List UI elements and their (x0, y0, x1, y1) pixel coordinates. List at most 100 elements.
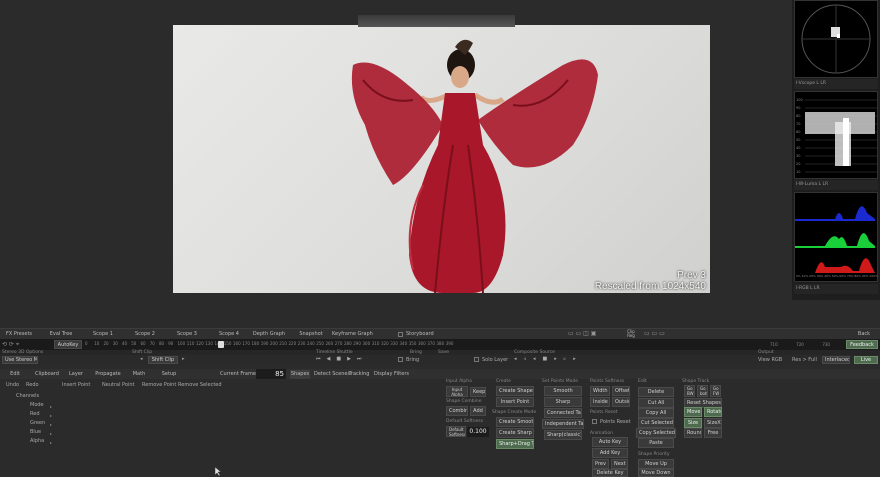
create-sharp-button[interactable]: Create Sharp (496, 428, 534, 438)
tab-scope-3[interactable]: Scope 3 (172, 330, 202, 339)
current-frame-input[interactable]: 85 (256, 369, 286, 379)
softness-input[interactable]: 0.100 (467, 427, 489, 437)
round-track-button[interactable]: Round (684, 428, 702, 438)
combine-button[interactable]: Combine (446, 406, 468, 416)
default-softness-button[interactable]: Default Softness (446, 426, 466, 437)
tab-fx-presets[interactable]: FX Presets (4, 330, 34, 339)
feedback-button[interactable]: Feedback (846, 340, 878, 349)
points-reset-checkbox[interactable] (592, 419, 597, 424)
solo-layer-checkbox[interactable] (474, 357, 479, 362)
interlaced-button[interactable]: Interlaced (822, 356, 850, 364)
timeline-tool-icons[interactable]: ⟲ ⟳ ⌖ (2, 341, 19, 349)
tab-clipboard[interactable]: Clipboard (34, 370, 60, 379)
copy-all-button[interactable]: Copy All (638, 408, 674, 418)
shift-right-icon[interactable]: ▸ (182, 356, 185, 362)
view-icons[interactable]: ▭ ▭ ◫ ▣ (568, 330, 596, 337)
independent-tang-button[interactable]: Independent Tang (542, 419, 584, 429)
transform-icons[interactable]: ▭ ▭ ▭ (644, 330, 665, 337)
tab-depth-graph[interactable]: Depth Graph (252, 330, 286, 339)
move-up-button[interactable]: Move Up (638, 459, 674, 469)
composite-source-icons[interactable]: ◂◃◂■▸▹▸ (514, 356, 583, 362)
vectorscope-bar[interactable]: I-Vscope L LR (794, 79, 878, 89)
luma-bar[interactable]: I-W-Luma L LR (794, 180, 878, 190)
tab-snapshot[interactable]: Snapshot (296, 330, 326, 339)
autokey-button[interactable]: AutoKey (54, 340, 82, 349)
channel-red[interactable]: Red (30, 411, 40, 417)
channel-arrow-icons[interactable]: ▸ ▸ ▸ ▸ ▸ (50, 402, 52, 447)
shift-left-icon[interactable]: ◂ (140, 356, 143, 362)
add-select[interactable]: Add (470, 406, 486, 416)
width-button[interactable]: Width (590, 386, 610, 396)
shift-clip-button[interactable]: Shift Clip (148, 356, 178, 364)
tab-scope-2[interactable]: Scope 2 (130, 330, 160, 339)
clip-reg-label[interactable]: Clip Reg (624, 330, 638, 339)
channel-alpha[interactable]: Alpha (30, 438, 44, 444)
tab-edit[interactable]: Edit (4, 370, 26, 379)
tab-display-filters[interactable]: Display Filters (374, 370, 409, 379)
next-key-button[interactable]: Next (611, 459, 628, 469)
outside-button[interactable]: Outside (612, 397, 630, 407)
paste-button[interactable]: Paste (638, 438, 674, 448)
remove-selected-button[interactable]: Remove Selected (178, 382, 222, 388)
redo-button[interactable]: Redo (26, 382, 39, 388)
go-fw-button[interactable]: Go FW (710, 385, 721, 397)
connected-tang-button[interactable]: Connected Tang (544, 408, 582, 418)
tab-shapes[interactable]: Shapes (290, 370, 310, 379)
size-track-button[interactable]: Size (684, 418, 702, 428)
move-track-button[interactable]: Move (684, 407, 702, 417)
back-button[interactable]: Back (856, 330, 872, 339)
view-rgb-select[interactable]: View RGB (758, 357, 782, 363)
free-track-button[interactable]: Free (704, 428, 722, 438)
smooth-button[interactable]: Smooth (544, 386, 582, 396)
tab-scope-4[interactable]: Scope 4 (214, 330, 244, 339)
delete-key-button[interactable]: Delete Key (592, 469, 628, 477)
tab-scope-1[interactable]: Scope 1 (88, 330, 118, 339)
neutral-point-button[interactable]: Neutral Point (102, 382, 134, 388)
sizexy-track-button[interactable]: SizeXY (704, 418, 722, 428)
use-stereo-mode-button[interactable]: Use Stereo Mode (2, 356, 38, 364)
live-button[interactable]: Live (854, 356, 878, 364)
copy-selected-button[interactable]: Copy Selected (636, 428, 676, 438)
tab-math[interactable]: Math (130, 370, 148, 379)
insert-point-shape-button[interactable]: Insert Point (496, 397, 534, 407)
channel-green[interactable]: Green (30, 420, 45, 426)
insert-point-button[interactable]: Insert Point (62, 382, 90, 388)
offset-button[interactable]: Offset (612, 386, 630, 396)
tab-layer[interactable]: Layer (66, 370, 86, 379)
sharp-classic-button[interactable]: Sharp(classic) (544, 430, 582, 440)
res-full-select[interactable]: Res > Full (792, 357, 817, 363)
storyboard-checkbox[interactable] (398, 332, 403, 337)
remove-point-button[interactable]: Remove Point (142, 382, 176, 388)
add-key-button[interactable]: Add Key (592, 448, 628, 458)
tab-setup[interactable]: Setup (158, 370, 180, 379)
tab-detect-scenes[interactable]: Detect Scenes (314, 370, 350, 379)
create-smooth-button[interactable]: Create Smooth (496, 417, 534, 427)
bring-checkbox[interactable] (398, 357, 403, 362)
input-alpha-button[interactable]: Input Alpha (446, 386, 468, 397)
tab-keyframe-graph[interactable]: Keyframe Graph (332, 330, 373, 339)
transport-controls-icons[interactable]: ⏮◀■▶⏭ (316, 356, 367, 362)
go-both-button[interactable]: Go both (697, 385, 708, 397)
image-viewer[interactable]: Prev 3 Rescaled from 1024x540 (173, 25, 710, 293)
go-bw-button[interactable]: Go BW (684, 385, 695, 397)
inside-button[interactable]: Inside (590, 397, 610, 407)
undo-button[interactable]: Undo (6, 382, 19, 388)
cut-all-button[interactable]: Cut All (638, 398, 674, 408)
move-down-button[interactable]: Move Down (638, 469, 674, 477)
auto-key-button[interactable]: Auto Key (592, 437, 628, 447)
delete-shape-button[interactable]: Delete (638, 387, 674, 397)
create-shape-button[interactable]: Create Shape (496, 386, 534, 396)
keep-select[interactable]: Keep (470, 387, 486, 397)
tab-propagate[interactable]: Propagate (94, 370, 122, 379)
timeline-ruler[interactable]: 0102030405060708090100110120130140150160… (84, 339, 454, 350)
channel-blue[interactable]: Blue (30, 429, 41, 435)
rotate-track-button[interactable]: Rotate (704, 407, 722, 417)
cut-selected-button[interactable]: Cut Selected (638, 418, 674, 428)
prev-key-button[interactable]: Prev (592, 459, 609, 469)
sharp-button[interactable]: Sharp (544, 397, 582, 407)
timeline[interactable]: ⟲ ⟳ ⌖ AutoKey 0 10 20 30 40 50 60 70 80 90 100 110 1… (0, 339, 880, 350)
playhead[interactable] (218, 341, 224, 348)
rgb-bar[interactable]: I-RGB L LR (794, 284, 878, 294)
channel-mode[interactable]: Mode (30, 402, 44, 408)
tab-tracking[interactable]: Tracking (348, 370, 370, 379)
